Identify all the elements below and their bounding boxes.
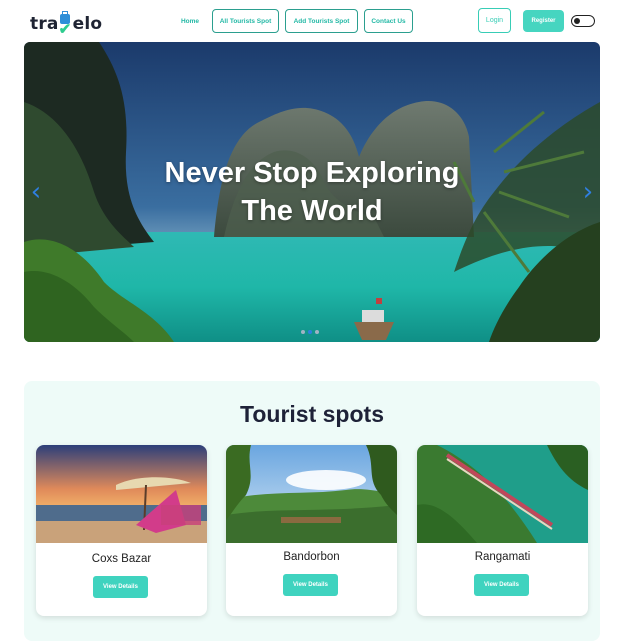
- spot-name: Rangamati: [474, 551, 531, 563]
- view-details-button[interactable]: View Details: [93, 576, 148, 598]
- spot-card-coxs-bazar: Coxs Bazar View Details: [36, 445, 207, 616]
- spot-card-rangamati: Rangamati View Details: [417, 445, 588, 616]
- spot-card-bandorbon: Bandorbon View Details: [226, 445, 397, 616]
- theme-toggle-icon[interactable]: [571, 15, 595, 27]
- spot-image: [226, 445, 397, 543]
- logo-text-left: tra: [30, 14, 59, 34]
- logo[interactable]: tra ✔ elo: [30, 8, 103, 37]
- login-button[interactable]: Login: [478, 8, 511, 33]
- logo-text-right: elo: [72, 14, 103, 34]
- spot-image: [36, 445, 207, 543]
- hero-title-line-2: The World: [241, 195, 383, 227]
- carousel-dot-3[interactable]: [315, 330, 319, 334]
- view-details-button[interactable]: View Details: [283, 574, 338, 596]
- register-button[interactable]: Register: [523, 10, 564, 32]
- spot-image: [417, 445, 588, 543]
- nav-all-tourists-spot-link[interactable]: All Tourists Spot: [212, 9, 279, 33]
- spot-name: Coxs Bazar: [91, 553, 152, 565]
- nav-add-tourists-spot-link[interactable]: Add Tourists Spot: [285, 9, 358, 33]
- nav-home-link[interactable]: Home: [176, 9, 204, 33]
- view-details-button[interactable]: View Details: [474, 574, 529, 596]
- navbar: tra ✔ elo Home All Tourists Spot Add Tou…: [0, 0, 621, 42]
- tourist-spots-section: Tourist spots Coxs Bazar View Details Ba…: [24, 381, 600, 641]
- chevron-left-icon[interactable]: ‹: [27, 177, 45, 207]
- spot-name: Bandorbon: [283, 551, 340, 563]
- hero-title-line-1: Never Stop Exploring: [164, 157, 460, 189]
- hero-title: Never Stop Exploring The World: [24, 154, 600, 230]
- carousel-dot-1[interactable]: [301, 330, 305, 334]
- hero-carousel: Never Stop Exploring The World ‹ ›: [24, 42, 600, 342]
- carousel-indicators: [301, 330, 319, 334]
- nav-contact-us-link[interactable]: Contact Us: [364, 9, 413, 33]
- section-title: Tourist spots: [240, 401, 384, 427]
- travel-bag-check-icon: ✔: [59, 11, 73, 37]
- toggle-knob: [574, 17, 580, 24]
- carousel-dot-2[interactable]: [308, 330, 312, 334]
- chevron-right-icon[interactable]: ›: [579, 177, 597, 207]
